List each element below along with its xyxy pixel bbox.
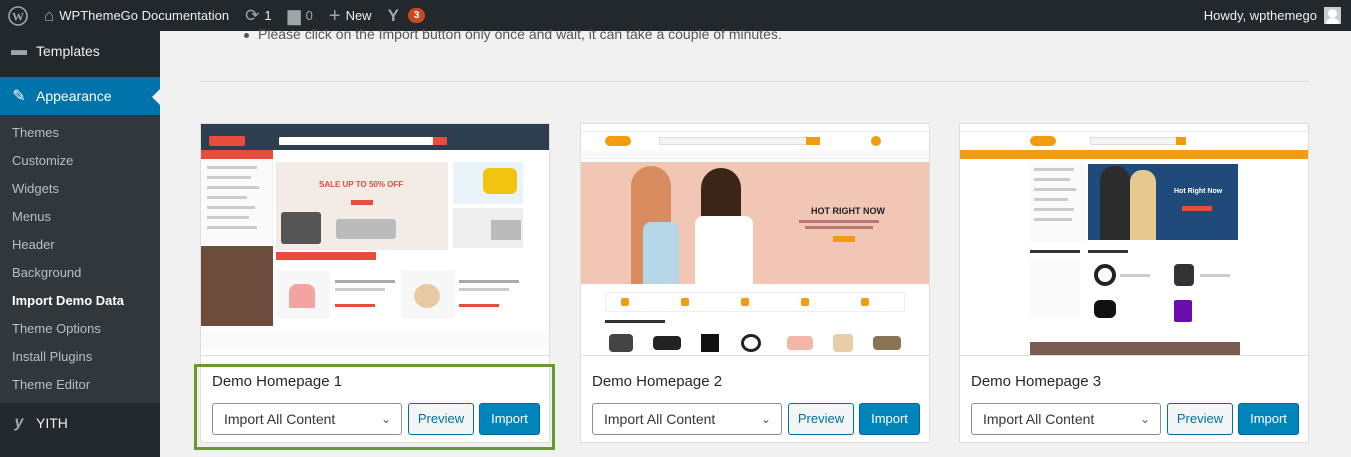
import-notice: Please click on the Import button only o… — [244, 26, 782, 42]
import-button-3[interactable]: Import — [1238, 403, 1299, 435]
submenu-customize[interactable]: Customize — [0, 147, 160, 175]
chevron-down-icon: ⌄ — [760, 412, 771, 426]
submenu-menus[interactable]: Menus — [0, 203, 160, 231]
appearance-submenu: Themes Customize Widgets Menus Header Ba… — [0, 115, 160, 403]
demo-thumbnail-3[interactable]: Hot Right Now — [960, 124, 1308, 356]
updates-icon: ⟳ — [245, 6, 260, 25]
avatar[interactable] — [1324, 7, 1341, 24]
submenu-theme-options[interactable]: Theme Options — [0, 315, 160, 343]
demo-card-2: HOT RIGHT NOW Demo Homepage 2 Import All… — [580, 123, 930, 443]
yoast-icon: Y — [387, 6, 399, 25]
import-type-select-3[interactable]: Import All Content ⌄ — [971, 403, 1161, 435]
submenu-import-demo-data[interactable]: Import Demo Data — [0, 287, 160, 315]
svg-text:W: W — [12, 9, 24, 23]
yith-icon: y — [14, 414, 24, 431]
updates-count: 1 — [264, 8, 272, 23]
home-icon: ⌂ — [44, 6, 55, 25]
howdy-link[interactable]: Howdy, wpthemego — [1204, 8, 1317, 23]
import-type-select-2[interactable]: Import All Content ⌄ — [592, 403, 782, 435]
submenu-themes[interactable]: Themes — [0, 119, 160, 147]
submenu-theme-editor[interactable]: Theme Editor — [0, 371, 160, 399]
paintbrush-icon: ✎ — [12, 88, 26, 105]
comment-icon: ▆ — [287, 6, 301, 25]
admin-sidebar: ▬ Templates ✎ Appearance Themes Customiz… — [0, 31, 160, 457]
submenu-background[interactable]: Background — [0, 259, 160, 287]
comments-count: 0 — [305, 8, 313, 23]
import-type-value-2: Import All Content — [604, 411, 716, 427]
demo-card-3: Hot Right Now Demo Homepage 3 Import All… — [959, 123, 1309, 443]
demo-1-hero-text: SALE UP TO 50% OFF — [319, 180, 404, 189]
menu-appearance[interactable]: ✎ Appearance — [0, 77, 160, 115]
demo-thumbnail-2[interactable]: HOT RIGHT NOW — [581, 124, 929, 356]
import-button-2[interactable]: Import — [859, 403, 920, 435]
yoast-badge: 3 — [407, 8, 426, 23]
menu-templates[interactable]: ▬ Templates — [0, 25, 160, 77]
wordpress-logo-icon: W — [8, 5, 28, 26]
demo-title-3: Demo Homepage 3 — [971, 373, 1102, 390]
demo-2-hero-text: HOT RIGHT NOW — [811, 206, 885, 216]
submenu-install-plugins[interactable]: Install Plugins — [0, 343, 160, 371]
menu-appearance-label: Appearance — [36, 88, 112, 104]
menu-yith-label: YITH — [36, 415, 68, 431]
preview-button-3[interactable]: Preview — [1167, 403, 1233, 435]
preview-button-2[interactable]: Preview — [788, 403, 854, 435]
highlight-box — [194, 364, 555, 450]
menu-templates-label: Templates — [36, 43, 100, 59]
demo-3-hero-text: Hot Right Now — [1174, 188, 1223, 195]
submenu-widgets[interactable]: Widgets — [0, 175, 160, 203]
site-name: WPThemeGo Documentation — [59, 8, 230, 23]
divider — [200, 81, 1309, 82]
chevron-down-icon: ⌄ — [1139, 412, 1150, 426]
menu-yith[interactable]: y YITH — [0, 403, 160, 443]
demo-thumbnail-1[interactable]: SALE UP TO 50% OFF — [201, 124, 549, 356]
plus-icon: + — [328, 4, 341, 27]
import-type-value-3: Import All Content — [983, 411, 1095, 427]
main-content: Please click on the Import button only o… — [160, 26, 1351, 457]
demo-title-2: Demo Homepage 2 — [592, 373, 723, 390]
folder-icon: ▬ — [11, 42, 27, 59]
submenu-header[interactable]: Header — [0, 231, 160, 259]
new-label: New — [345, 8, 372, 23]
